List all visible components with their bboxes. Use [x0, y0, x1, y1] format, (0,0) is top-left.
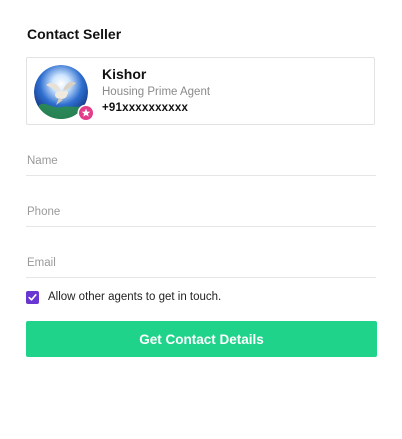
phone-input[interactable] [26, 197, 376, 227]
consent-checkbox[interactable] [26, 290, 39, 304]
agent-role: Housing Prime Agent [102, 86, 211, 98]
agent-card: Kishor Housing Prime Agent +91xxxxxxxxxx [26, 57, 375, 125]
email-input[interactable] [26, 248, 376, 278]
name-input[interactable] [26, 146, 376, 176]
agent-phone: +91xxxxxxxxxx [102, 102, 189, 114]
check-icon [28, 293, 37, 301]
agent-avatar-wrap [34, 65, 95, 122]
agent-name: Kishor [102, 66, 147, 82]
get-contact-details-button[interactable]: Get Contact Details [26, 321, 377, 357]
prime-badge-icon [77, 104, 95, 122]
consent-row: Allow other agents to get in touch. [26, 289, 221, 305]
consent-label[interactable]: Allow other agents to get in touch. [48, 291, 221, 303]
page-title: Contact Seller [27, 26, 122, 42]
